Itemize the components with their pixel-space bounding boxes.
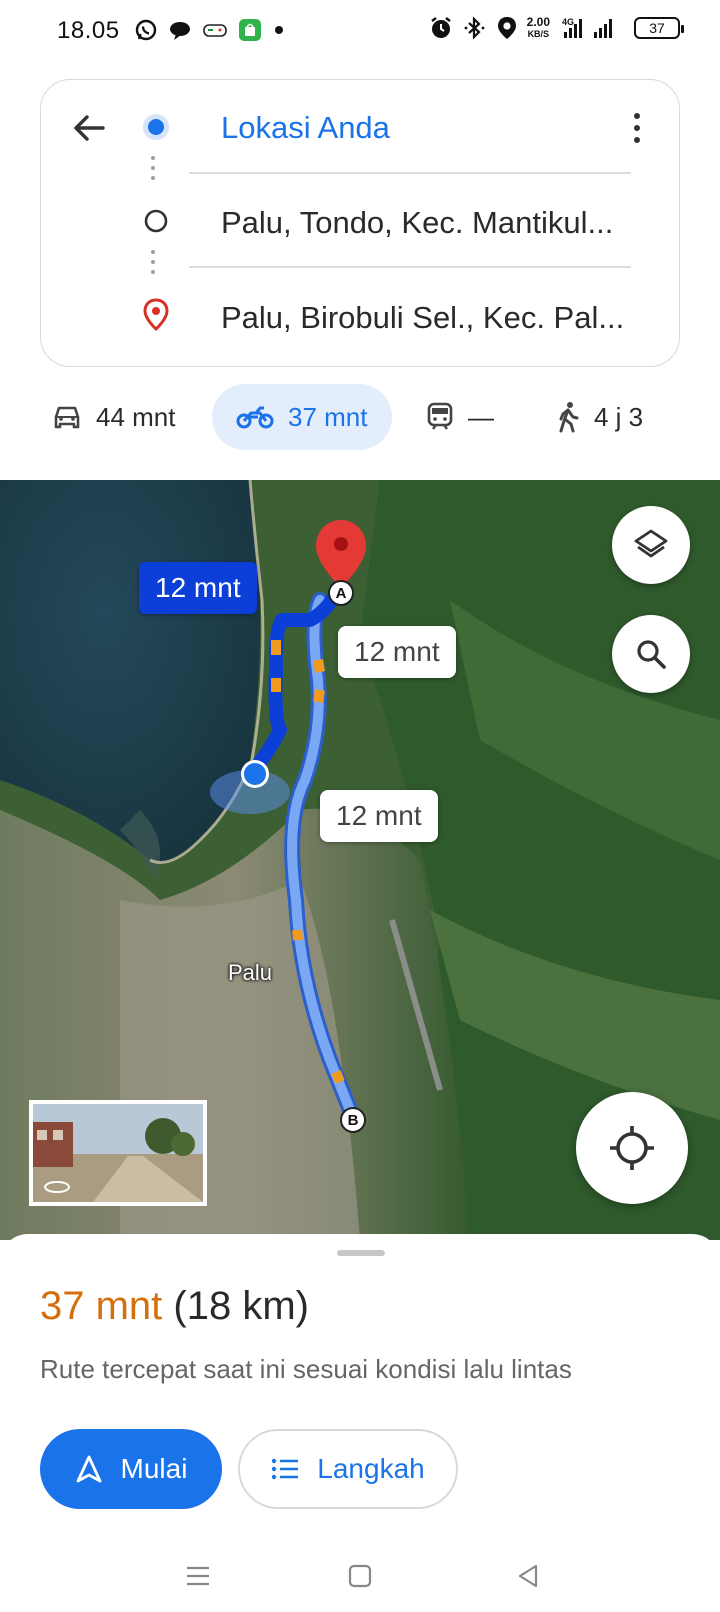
gamepad-icon xyxy=(203,24,227,37)
waypoint-circle-icon xyxy=(144,209,168,233)
route-marker-b: B xyxy=(340,1107,366,1133)
street-view-image xyxy=(33,1104,203,1202)
whatsapp-icon xyxy=(135,19,157,41)
tab-walk[interactable]: 4 j 3 xyxy=(556,384,643,450)
route-summary: 37 mnt (18 km) xyxy=(40,1284,309,1329)
chat-icon xyxy=(170,22,190,40)
back-nav-button[interactable] xyxy=(510,1558,546,1594)
car-icon xyxy=(54,406,80,429)
menu-icon xyxy=(187,1566,209,1586)
route-time-label-primary[interactable]: 12 mnt xyxy=(139,562,257,614)
menu-nav-button[interactable] xyxy=(180,1558,216,1594)
network-speed-unit: KB/S xyxy=(527,29,550,39)
status-bar: 18.05 2.00 KB/S 4G 37 xyxy=(0,0,720,64)
divider xyxy=(189,172,631,174)
home-nav-button[interactable] xyxy=(342,1558,378,1594)
my-location-button[interactable] xyxy=(576,1092,688,1204)
route-dots xyxy=(151,250,155,274)
status-time: 18.05 xyxy=(57,17,120,44)
motorcycle-icon xyxy=(236,406,274,429)
start-button[interactable]: Mulai xyxy=(40,1429,222,1509)
map-view[interactable]: A B 12 mnt 12 mnt 12 mnt Palu xyxy=(0,480,720,1240)
tab-walk-label: 4 j 3 xyxy=(594,401,644,432)
crosshair-icon xyxy=(610,1126,654,1170)
network-speed-value: 2.00 xyxy=(526,15,550,29)
more-options-icon[interactable] xyxy=(625,108,649,148)
back-triangle-icon xyxy=(518,1564,538,1588)
home-square-icon xyxy=(348,1564,372,1588)
maps-directions-screen: 18.05 2.00 KB/S 4G 37 Lokasi Anda Palu, T… xyxy=(0,0,720,1612)
list-icon xyxy=(272,1458,299,1480)
waypoint-field[interactable]: Palu, Tondo, Kec. Mantikul... xyxy=(221,205,631,241)
search-icon xyxy=(637,640,666,669)
network-speed: 2.00 KB/S xyxy=(527,16,550,40)
layers-icon xyxy=(634,529,668,558)
travel-mode-tabs: 44 mnt 37 mnt — 4 j 3 xyxy=(0,384,720,450)
network-type: 4G xyxy=(562,17,574,27)
tab-car-label: 44 mnt xyxy=(96,401,176,432)
route-duration: 37 mnt xyxy=(40,1284,163,1328)
current-location-dot-icon xyxy=(143,114,169,140)
route-time-label-alt-1[interactable]: 12 mnt xyxy=(338,626,456,678)
system-icons: 2.00 KB/S 4G 37 xyxy=(429,16,684,40)
location-icon xyxy=(497,17,516,39)
tab-transit[interactable]: — xyxy=(426,384,494,450)
signal-icon: 4G xyxy=(562,17,612,38)
origin-field[interactable]: Lokasi Anda xyxy=(221,110,631,146)
steps-button[interactable]: Langkah xyxy=(238,1429,458,1509)
alarm-icon xyxy=(430,17,451,38)
navigation-arrow-icon xyxy=(76,1455,101,1483)
back-arrow-icon[interactable] xyxy=(69,108,109,148)
system-navigation-bar xyxy=(0,1540,720,1612)
destination-pin-icon xyxy=(143,298,169,332)
destination-field[interactable]: Palu, Birobuli Sel., Kec. Pal... xyxy=(221,300,631,336)
train-icon xyxy=(427,402,453,430)
notification-icons xyxy=(134,18,286,42)
dot-icon xyxy=(275,26,283,34)
tab-car[interactable]: 44 mnt xyxy=(52,384,176,450)
steps-button-label: Langkah xyxy=(317,1453,425,1484)
search-button[interactable] xyxy=(612,615,690,693)
tab-transit-label: — xyxy=(468,401,494,432)
walk-icon xyxy=(559,402,579,433)
directions-card: Lokasi Anda Palu, Tondo, Kec. Mantikul..… xyxy=(40,79,680,367)
battery-level: 37 xyxy=(649,20,665,36)
battery-icon: 37 xyxy=(634,17,684,39)
tab-motorcycle-label: 37 mnt xyxy=(288,401,368,432)
divider xyxy=(189,266,631,268)
tab-motorcycle[interactable]: 37 mnt xyxy=(212,384,392,450)
drag-handle[interactable] xyxy=(337,1250,385,1256)
street-view-thumbnail[interactable] xyxy=(29,1100,207,1206)
start-button-label: Mulai xyxy=(120,1453,188,1484)
shop-icon xyxy=(239,19,261,41)
route-time-label-alt-2[interactable]: 12 mnt xyxy=(320,790,438,842)
bluetooth-icon xyxy=(464,16,485,40)
layers-button[interactable] xyxy=(612,506,690,584)
map-city-label: Palu xyxy=(228,960,273,985)
route-distance: (18 km) xyxy=(173,1284,309,1328)
route-marker-a: A xyxy=(328,580,354,606)
route-description: Rute tercepat saat ini sesuai kondisi la… xyxy=(40,1354,572,1384)
route-dots xyxy=(151,156,155,180)
